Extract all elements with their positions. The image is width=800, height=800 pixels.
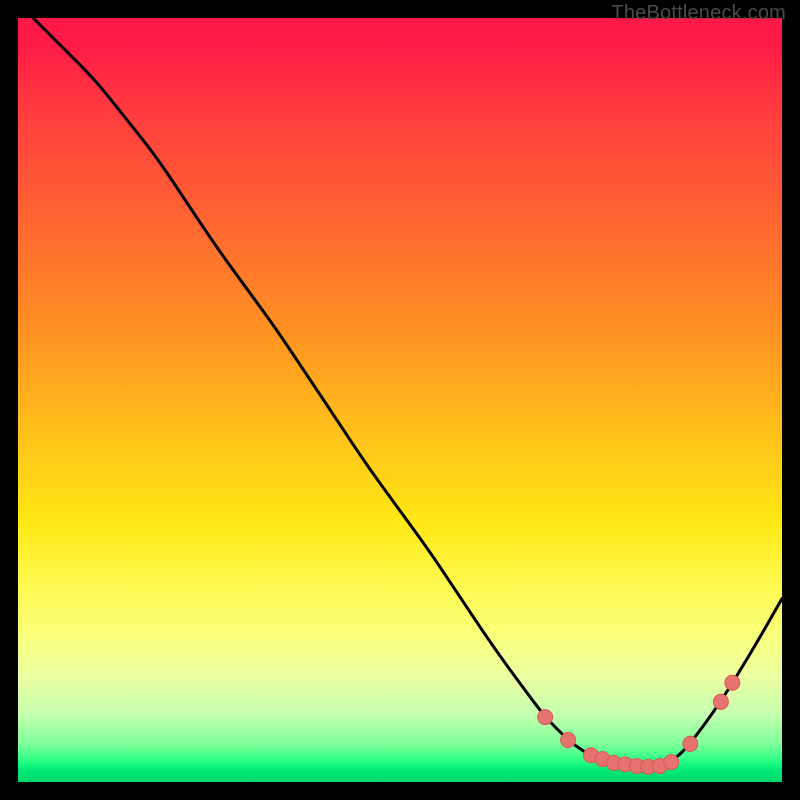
plot-area — [18, 18, 782, 782]
watermark-text: TheBottleneck.com — [611, 2, 786, 25]
curve-marker — [561, 733, 576, 748]
curve-markers — [538, 675, 740, 774]
bottleneck-curve — [18, 18, 782, 782]
curve-marker — [683, 736, 698, 751]
chart-frame: TheBottleneck.com — [0, 0, 800, 800]
curve-line — [33, 18, 782, 766]
curve-marker — [725, 675, 740, 690]
curve-marker — [713, 694, 728, 709]
curve-marker — [538, 710, 553, 725]
curve-marker — [664, 755, 679, 770]
